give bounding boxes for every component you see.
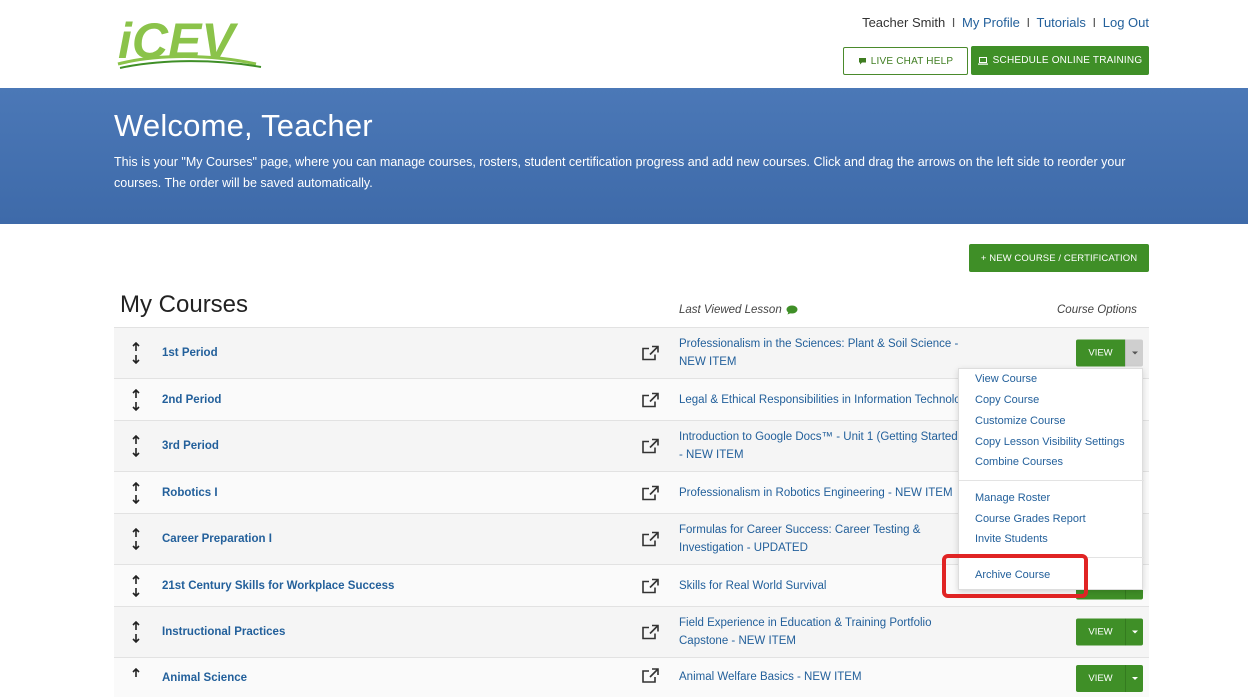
my-courses-title: My Courses	[120, 291, 249, 318]
comment-icon	[786, 305, 798, 315]
course-name-link[interactable]: 2nd Period	[162, 394, 221, 406]
log-out-link[interactable]: Log Out	[1103, 15, 1149, 30]
last-viewed-lesson-link[interactable]: Professionalism in Robotics Engineering …	[679, 484, 964, 502]
arrow-up-icon	[132, 435, 140, 444]
chevron-down-icon	[1131, 630, 1138, 634]
course-name-link[interactable]: Career Preparation I	[162, 533, 272, 545]
reorder-handle[interactable]	[131, 668, 141, 678]
menu-divider	[959, 557, 1144, 558]
my-profile-link[interactable]: My Profile	[962, 15, 1020, 30]
top-links: Teacher Smith I My Profile I Tutorials I…	[862, 15, 1149, 30]
reorder-handle[interactable]	[131, 388, 141, 411]
external-link-icon[interactable]	[642, 438, 659, 454]
reorder-handle[interactable]	[131, 481, 141, 504]
arrow-down-icon	[132, 541, 140, 550]
user-name: Teacher Smith	[862, 15, 946, 30]
reorder-handle[interactable]	[131, 435, 141, 457]
course-options-menu: View Course Copy Course Customize Course…	[958, 368, 1144, 590]
menu-item-copy-lesson-visibility[interactable]: Copy Lesson Visibility Settings	[975, 436, 1125, 448]
new-course-certification-button[interactable]: + NEW COURSE / CERTIFICATION	[969, 244, 1149, 272]
link-separator: I	[1026, 15, 1031, 30]
arrow-up-icon	[132, 574, 140, 584]
last-viewed-lesson-link[interactable]: Professionalism in the Sciences: Plant &…	[679, 335, 964, 371]
table-row: Animal Science Animal Welfare Basics - N…	[114, 657, 1149, 697]
chat-bubble-icon	[858, 58, 866, 65]
last-viewed-lesson-link[interactable]: Field Experience in Education & Training…	[679, 614, 944, 650]
live-chat-help-button[interactable]: LIVE CHAT HELP	[843, 47, 968, 75]
course-name-link[interactable]: 3rd Period	[162, 440, 219, 452]
icev-logo[interactable]: iCEV	[116, 13, 266, 72]
arrow-up-icon	[132, 342, 140, 351]
menu-item-customize-course[interactable]: Customize Course	[975, 415, 1065, 427]
last-viewed-lesson-link[interactable]: Animal Welfare Basics - NEW ITEM	[679, 668, 964, 686]
arrow-down-icon	[132, 355, 140, 364]
arrow-down-icon	[132, 634, 140, 643]
menu-item-invite-students[interactable]: Invite Students	[975, 533, 1048, 545]
course-name-link[interactable]: Animal Science	[162, 672, 247, 684]
course-options-toggle[interactable]	[1125, 618, 1143, 646]
external-link-icon[interactable]	[642, 668, 659, 683]
link-separator: I	[1092, 15, 1097, 30]
live-chat-label: LIVE CHAT HELP	[870, 55, 954, 67]
site-header: iCEV Teacher Smith I My Profile I Tutori…	[0, 0, 1248, 88]
arrow-up-icon	[132, 621, 140, 630]
menu-item-copy-course[interactable]: Copy Course	[975, 394, 1039, 406]
arrow-down-icon	[132, 448, 140, 457]
reorder-handle[interactable]	[131, 621, 141, 643]
reorder-handle[interactable]	[131, 528, 141, 550]
course-options-toggle[interactable]	[1125, 339, 1143, 367]
arrow-down-icon	[132, 401, 140, 411]
laptop-icon	[977, 56, 988, 65]
last-viewed-label: Last Viewed Lesson	[679, 304, 782, 316]
arrow-up-icon	[132, 668, 140, 677]
menu-item-combine-courses[interactable]: Combine Courses	[975, 456, 1063, 468]
last-viewed-lesson-link[interactable]: Introduction to Google Docs™ - Unit 1 (G…	[679, 428, 964, 464]
menu-item-archive-course[interactable]: Archive Course	[975, 569, 1050, 581]
external-link-icon[interactable]	[642, 531, 659, 547]
view-course-button[interactable]: VIEW	[1076, 618, 1125, 646]
course-name-link[interactable]: Robotics I	[162, 487, 218, 499]
last-viewed-lesson-header: Last Viewed Lesson	[679, 304, 798, 316]
view-course-button[interactable]: VIEW	[1076, 339, 1125, 367]
menu-item-view-course[interactable]: View Course	[975, 373, 1037, 385]
external-link-icon[interactable]	[642, 392, 659, 407]
arrow-up-icon	[132, 388, 140, 398]
chevron-down-icon	[1131, 351, 1138, 355]
course-name-link[interactable]: 21st Century Skills for Workplace Succes…	[162, 580, 394, 592]
external-link-icon[interactable]	[642, 624, 659, 640]
arrow-down-icon	[132, 494, 140, 504]
external-link-icon[interactable]	[642, 345, 659, 361]
logo-text: iCEV	[118, 14, 238, 69]
last-viewed-lesson-link[interactable]: Skills for Real World Survival	[679, 577, 964, 595]
welcome-title: Welcome, Teacher	[114, 108, 373, 143]
menu-item-course-grades-report[interactable]: Course Grades Report	[975, 513, 1086, 525]
arrow-down-icon	[132, 587, 140, 597]
welcome-banner: Welcome, Teacher This is your "My Course…	[0, 88, 1248, 224]
schedule-online-training-button[interactable]: SCHEDULE ONLINE TRAINING	[971, 46, 1149, 75]
menu-divider	[959, 480, 1144, 481]
view-button-group: VIEW	[1076, 339, 1143, 367]
arrow-up-icon	[132, 481, 140, 491]
view-button-group: VIEW	[1076, 618, 1143, 646]
last-viewed-lesson-link[interactable]: Legal & Ethical Responsibilities in Info…	[679, 391, 964, 409]
schedule-label: SCHEDULE ONLINE TRAINING	[992, 55, 1143, 66]
course-name-link[interactable]: 1st Period	[162, 347, 218, 359]
external-link-icon[interactable]	[642, 578, 659, 593]
menu-item-manage-roster[interactable]: Manage Roster	[975, 492, 1050, 504]
course-name-link[interactable]: Instructional Practices	[162, 626, 285, 638]
course-options-header: Course Options	[1057, 304, 1137, 316]
link-separator: I	[951, 15, 956, 30]
arrow-up-icon	[132, 528, 140, 537]
welcome-description: This is your "My Courses" page, where yo…	[114, 155, 1126, 190]
reorder-handle[interactable]	[131, 342, 141, 364]
external-link-icon[interactable]	[642, 485, 659, 500]
last-viewed-lesson-link[interactable]: Formulas for Career Success: Career Test…	[679, 521, 929, 557]
reorder-handle[interactable]	[131, 574, 141, 597]
table-row: Instructional Practices Field Experience…	[114, 606, 1149, 657]
tutorials-link[interactable]: Tutorials	[1036, 15, 1085, 30]
